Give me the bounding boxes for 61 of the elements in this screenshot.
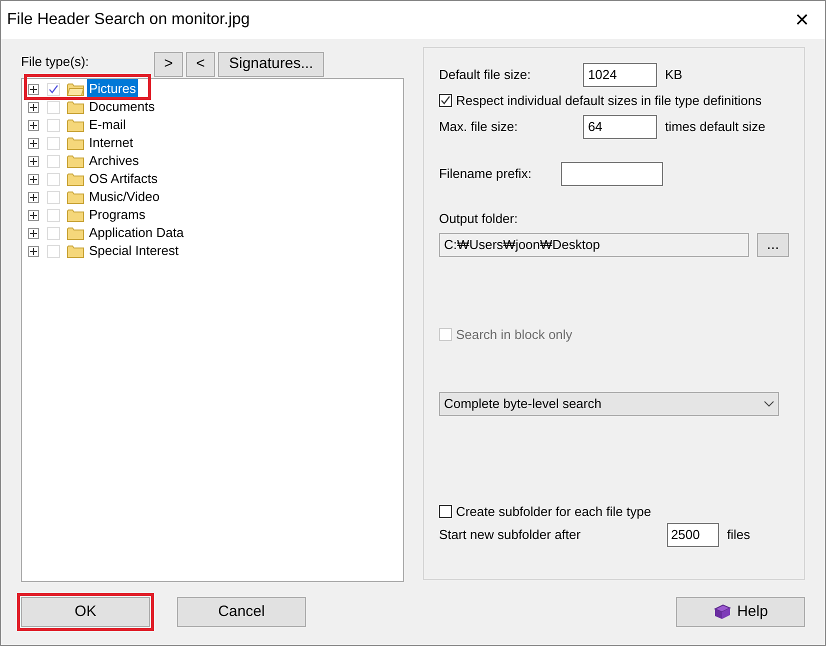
input-field[interactable]: 2500 xyxy=(666,522,719,546)
expand-icon[interactable] xyxy=(28,120,39,130)
browse-button[interactable]: ... xyxy=(756,232,789,256)
checkbox[interactable] xyxy=(438,505,452,518)
input-field[interactable]: 1024 xyxy=(582,62,657,86)
folder-icon xyxy=(67,208,84,222)
output-folder-field[interactable]: C:₩Users₩joon₩Desktop xyxy=(438,232,749,256)
tree-item[interactable]: Internet xyxy=(87,133,136,153)
folder-icon xyxy=(67,82,84,96)
option-label: Max. file size: xyxy=(438,118,519,136)
file-types-label: File type(s): xyxy=(21,52,90,71)
book-icon xyxy=(713,604,732,620)
option-label: Output folder: xyxy=(438,210,519,228)
unit-label: KB xyxy=(664,66,682,84)
ok-button[interactable]: OK xyxy=(21,597,150,627)
option-label: Default file size: xyxy=(438,66,532,84)
folder-icon xyxy=(67,100,84,114)
help-button[interactable]: Help xyxy=(676,597,805,627)
tree-item[interactable]: E-mail xyxy=(87,115,128,135)
expand-icon[interactable] xyxy=(28,210,39,220)
tree-item[interactable]: OS Artifacts xyxy=(87,169,160,189)
folder-icon xyxy=(67,136,84,150)
tree-item[interactable]: Application Data xyxy=(87,223,186,243)
checkbox-label: Respect individual default sizes in file type definitions xyxy=(456,92,762,110)
expand-icon[interactable] xyxy=(28,138,39,148)
toolbar-button[interactable]: Signatures... xyxy=(218,52,324,77)
close-button[interactable]: ✕ xyxy=(779,1,825,39)
option-label: Filename prefix: xyxy=(438,164,532,183)
expand-icon[interactable] xyxy=(28,228,39,238)
input-field[interactable] xyxy=(560,162,663,186)
checkbox[interactable] xyxy=(438,94,452,107)
tree-item[interactable]: Special Interest xyxy=(87,241,181,261)
input-field[interactable]: 64 xyxy=(582,114,657,138)
toolbar-button[interactable]: > xyxy=(154,52,183,77)
unit-label: times default size xyxy=(664,118,766,136)
folder-icon xyxy=(67,244,84,258)
option-label: Start new subfolder after xyxy=(438,526,582,544)
folder-icon xyxy=(67,172,84,186)
folder-icon xyxy=(67,154,84,168)
window-title: File Header Search on monitor.jpg xyxy=(7,10,250,30)
tree-item[interactable]: Pictures xyxy=(87,79,138,99)
tree-item[interactable]: Archives xyxy=(87,151,141,171)
search-mode-dropdown[interactable]: Complete byte-level search xyxy=(438,392,779,416)
expand-icon[interactable] xyxy=(28,192,39,202)
folder-icon xyxy=(67,190,84,204)
checkbox-label: Create subfolder for each file type xyxy=(456,502,652,521)
expand-icon[interactable] xyxy=(28,174,39,184)
chevron-down-icon xyxy=(764,400,774,406)
cancel-button[interactable]: Cancel xyxy=(177,597,306,627)
checkbox-label: Search in block only xyxy=(456,326,572,344)
folder-icon xyxy=(67,118,84,132)
tree-item[interactable]: Programs xyxy=(87,205,148,225)
expand-icon[interactable] xyxy=(28,156,39,166)
expand-icon[interactable] xyxy=(28,102,39,112)
toolbar-button[interactable]: < xyxy=(186,52,215,77)
folder-icon xyxy=(67,226,84,240)
unit-label: files xyxy=(726,526,750,544)
tree-item[interactable]: Documents xyxy=(87,97,157,117)
tree-item[interactable]: Music/Video xyxy=(87,187,162,207)
expand-icon[interactable] xyxy=(28,84,39,94)
expand-icon[interactable] xyxy=(28,246,39,256)
